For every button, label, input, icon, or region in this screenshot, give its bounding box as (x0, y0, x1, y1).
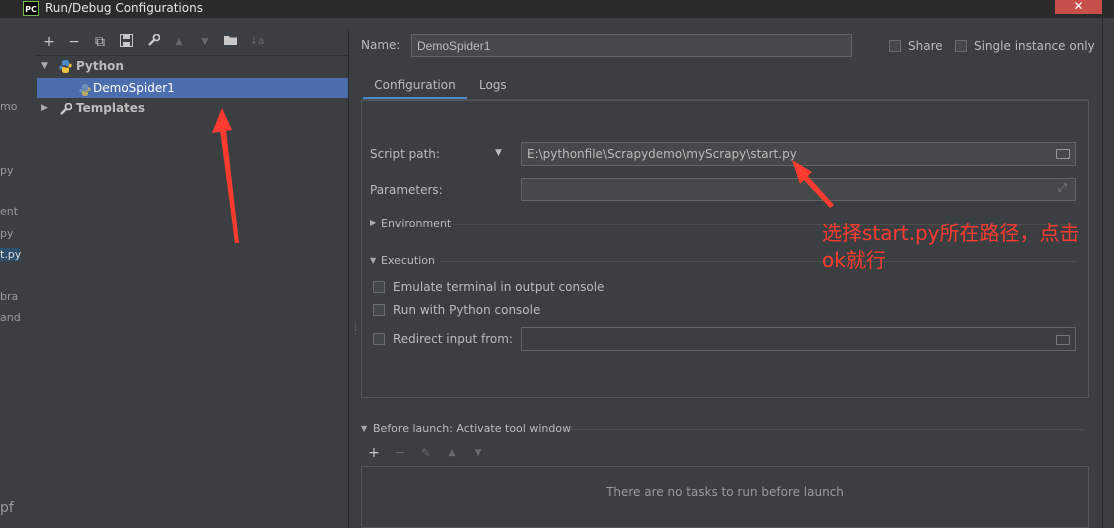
annotation-overlay (212, 108, 834, 243)
annotation-arrow-right (792, 160, 834, 208)
annotation-text-line1: 选择start.py所在路径，点击 (822, 221, 1080, 245)
annotation-arrow-left (212, 108, 239, 243)
annotation-text-line2: ok就行 (822, 248, 886, 272)
